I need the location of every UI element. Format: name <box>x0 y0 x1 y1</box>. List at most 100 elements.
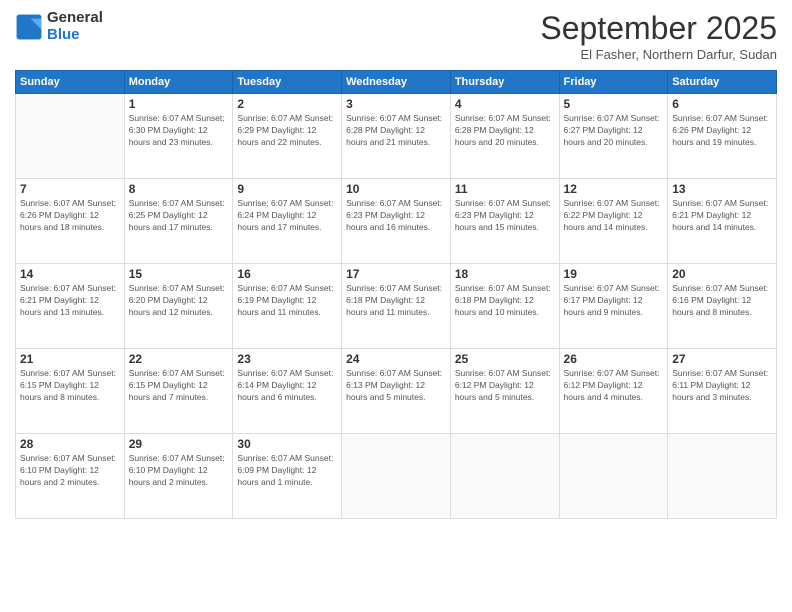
table-row <box>668 434 777 519</box>
col-friday: Friday <box>559 71 668 94</box>
day-info: Sunrise: 6:07 AM Sunset: 6:11 PM Dayligh… <box>672 368 772 404</box>
table-row: 14 Sunrise: 6:07 AM Sunset: 6:21 PM Dayli… <box>16 264 125 349</box>
day-number: 22 <box>129 352 229 366</box>
logo-icon <box>15 13 43 41</box>
day-number: 2 <box>237 97 337 111</box>
day-number: 18 <box>455 267 555 281</box>
day-number: 17 <box>346 267 446 281</box>
title-block: September 2025 El Fasher, Northern Darfu… <box>540 10 777 62</box>
table-row: 19 Sunrise: 6:07 AM Sunset: 6:17 PM Dayli… <box>559 264 668 349</box>
day-info: Sunrise: 6:07 AM Sunset: 6:16 PM Dayligh… <box>672 283 772 319</box>
table-row: 8 Sunrise: 6:07 AM Sunset: 6:25 PM Daylig… <box>124 179 233 264</box>
day-number: 21 <box>20 352 120 366</box>
logo-general-text: General <box>47 10 103 27</box>
day-info: Sunrise: 6:07 AM Sunset: 6:29 PM Dayligh… <box>237 113 337 149</box>
table-row: 27 Sunrise: 6:07 AM Sunset: 6:11 PM Dayli… <box>668 349 777 434</box>
day-number: 16 <box>237 267 337 281</box>
table-row: 28 Sunrise: 6:07 AM Sunset: 6:10 PM Dayli… <box>16 434 125 519</box>
table-row: 10 Sunrise: 6:07 AM Sunset: 6:23 PM Dayli… <box>342 179 451 264</box>
col-saturday: Saturday <box>668 71 777 94</box>
day-number: 13 <box>672 182 772 196</box>
table-row: 12 Sunrise: 6:07 AM Sunset: 6:22 PM Dayli… <box>559 179 668 264</box>
day-info: Sunrise: 6:07 AM Sunset: 6:23 PM Dayligh… <box>455 198 555 234</box>
calendar-header-row: Sunday Monday Tuesday Wednesday Thursday… <box>16 71 777 94</box>
table-row: 2 Sunrise: 6:07 AM Sunset: 6:29 PM Daylig… <box>233 94 342 179</box>
day-info: Sunrise: 6:07 AM Sunset: 6:24 PM Dayligh… <box>237 198 337 234</box>
day-number: 23 <box>237 352 337 366</box>
col-monday: Monday <box>124 71 233 94</box>
table-row <box>450 434 559 519</box>
table-row: 29Sunrise: 6:07 AM Sunset: 6:10 PM Dayli… <box>124 434 233 519</box>
day-number: 15 <box>129 267 229 281</box>
calendar-week-row: 1 Sunrise: 6:07 AM Sunset: 6:30 PM Daylig… <box>16 94 777 179</box>
day-info: Sunrise: 6:07 AM Sunset: 6:12 PM Dayligh… <box>564 368 664 404</box>
day-info: Sunrise: 6:07 AM Sunset: 6:14 PM Dayligh… <box>237 368 337 404</box>
day-number: 20 <box>672 267 772 281</box>
day-info: Sunrise: 6:07 AM Sunset: 6:21 PM Dayligh… <box>672 198 772 234</box>
day-number: 8 <box>129 182 229 196</box>
day-number: 27 <box>672 352 772 366</box>
table-row: 24 Sunrise: 6:07 AM Sunset: 6:13 PM Dayli… <box>342 349 451 434</box>
day-info: Sunrise: 6:07 AM Sunset: 6:13 PM Dayligh… <box>346 368 446 404</box>
day-number: 12 <box>564 182 664 196</box>
header: General Blue September 2025 El Fasher, N… <box>15 10 777 62</box>
col-sunday: Sunday <box>16 71 125 94</box>
day-number: 19 <box>564 267 664 281</box>
table-row: 22 Sunrise: 6:07 AM Sunset: 6:15 PM Dayli… <box>124 349 233 434</box>
table-row: 3 Sunrise: 6:07 AM Sunset: 6:28 PM Daylig… <box>342 94 451 179</box>
day-number: 6 <box>672 97 772 111</box>
day-info: Sunrise: 6:07 AM Sunset: 6:20 PM Dayligh… <box>129 283 229 319</box>
logo-blue-text: Blue <box>47 27 103 44</box>
col-thursday: Thursday <box>450 71 559 94</box>
table-row: 9Sunrise: 6:07 AM Sunset: 6:24 PM Daylig… <box>233 179 342 264</box>
table-row: 17Sunrise: 6:07 AM Sunset: 6:18 PM Dayli… <box>342 264 451 349</box>
day-info: Sunrise: 6:07 AM Sunset: 6:15 PM Dayligh… <box>20 368 120 404</box>
logo-text: General Blue <box>47 10 103 43</box>
day-number: 3 <box>346 97 446 111</box>
table-row: 11 Sunrise: 6:07 AM Sunset: 6:23 PM Dayli… <box>450 179 559 264</box>
day-number: 7 <box>20 182 120 196</box>
day-info: Sunrise: 6:07 AM Sunset: 6:22 PM Dayligh… <box>564 198 664 234</box>
table-row: 7 Sunrise: 6:07 AM Sunset: 6:26 PM Daylig… <box>16 179 125 264</box>
day-number: 24 <box>346 352 446 366</box>
day-info: Sunrise: 6:07 AM Sunset: 6:19 PM Dayligh… <box>237 283 337 319</box>
day-number: 29 <box>129 437 229 451</box>
location-subtitle: El Fasher, Northern Darfur, Sudan <box>540 47 777 62</box>
day-info: Sunrise: 6:07 AM Sunset: 6:30 PM Dayligh… <box>129 113 229 149</box>
day-number: 14 <box>20 267 120 281</box>
table-row: 16 Sunrise: 6:07 AM Sunset: 6:19 PM Dayli… <box>233 264 342 349</box>
day-number: 5 <box>564 97 664 111</box>
day-info: Sunrise: 6:07 AM Sunset: 6:10 PM Dayligh… <box>20 453 120 489</box>
table-row: 4Sunrise: 6:07 AM Sunset: 6:28 PM Daylig… <box>450 94 559 179</box>
day-info: Sunrise: 6:07 AM Sunset: 6:23 PM Dayligh… <box>346 198 446 234</box>
day-number: 10 <box>346 182 446 196</box>
calendar-week-row: 28 Sunrise: 6:07 AM Sunset: 6:10 PM Dayli… <box>16 434 777 519</box>
table-row: 5 Sunrise: 6:07 AM Sunset: 6:27 PM Daylig… <box>559 94 668 179</box>
col-wednesday: Wednesday <box>342 71 451 94</box>
table-row <box>16 94 125 179</box>
day-info: Sunrise: 6:07 AM Sunset: 6:18 PM Dayligh… <box>455 283 555 319</box>
day-number: 4 <box>455 97 555 111</box>
table-row: 13 Sunrise: 6:07 AM Sunset: 6:21 PM Dayli… <box>668 179 777 264</box>
table-row: 18 Sunrise: 6:07 AM Sunset: 6:18 PM Dayli… <box>450 264 559 349</box>
table-row <box>559 434 668 519</box>
day-number: 30 <box>237 437 337 451</box>
day-info: Sunrise: 6:07 AM Sunset: 6:27 PM Dayligh… <box>564 113 664 149</box>
day-info: Sunrise: 6:07 AM Sunset: 6:28 PM Dayligh… <box>346 113 446 149</box>
calendar-table: Sunday Monday Tuesday Wednesday Thursday… <box>15 70 777 519</box>
day-number: 11 <box>455 182 555 196</box>
day-info: Sunrise: 6:07 AM Sunset: 6:15 PM Dayligh… <box>129 368 229 404</box>
table-row: 25Sunrise: 6:07 AM Sunset: 6:12 PM Dayli… <box>450 349 559 434</box>
day-info: Sunrise: 6:07 AM Sunset: 6:09 PM Dayligh… <box>237 453 337 489</box>
day-number: 28 <box>20 437 120 451</box>
day-info: Sunrise: 6:07 AM Sunset: 6:25 PM Dayligh… <box>129 198 229 234</box>
day-info: Sunrise: 6:07 AM Sunset: 6:21 PM Dayligh… <box>20 283 120 319</box>
day-info: Sunrise: 6:07 AM Sunset: 6:26 PM Dayligh… <box>672 113 772 149</box>
day-info: Sunrise: 6:07 AM Sunset: 6:26 PM Dayligh… <box>20 198 120 234</box>
day-number: 1 <box>129 97 229 111</box>
table-row <box>342 434 451 519</box>
calendar-week-row: 7 Sunrise: 6:07 AM Sunset: 6:26 PM Daylig… <box>16 179 777 264</box>
table-row: 23 Sunrise: 6:07 AM Sunset: 6:14 PM Dayli… <box>233 349 342 434</box>
table-row: 30 Sunrise: 6:07 AM Sunset: 6:09 PM Dayli… <box>233 434 342 519</box>
day-info: Sunrise: 6:07 AM Sunset: 6:17 PM Dayligh… <box>564 283 664 319</box>
